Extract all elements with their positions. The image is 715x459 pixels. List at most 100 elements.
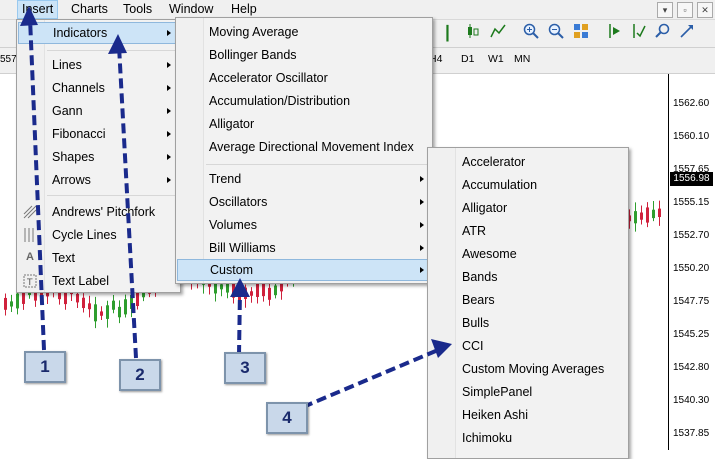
price-label: 1555.15: [673, 197, 710, 208]
current-price-tag: 1556.98: [670, 172, 713, 186]
menu-item-custom-simplepanel[interactable]: SimplePanel: [462, 381, 532, 403]
custom-submenu: Accelerator Accumulation Alligator ATR A…: [427, 147, 629, 459]
bar-chart-icon[interactable]: ┃: [437, 23, 458, 44]
candle-body: [16, 293, 19, 309]
submenu-arrow-icon: [167, 154, 171, 160]
menu-item-text[interactable]: Text: [52, 247, 75, 269]
auto-scroll-icon[interactable]: [628, 23, 649, 44]
submenu-arrow-icon: [167, 131, 171, 137]
menu-item-gann[interactable]: Gann: [52, 100, 83, 122]
candle-body: [274, 285, 277, 296]
menu-item-oscillators[interactable]: Oscillators: [209, 191, 267, 213]
menu-item-admi[interactable]: Average Directional Movement Index: [209, 136, 414, 158]
expand-arrow-icon[interactable]: [676, 23, 697, 44]
submenu-arrow-icon: [167, 177, 171, 183]
submenu-arrow-icon: [167, 62, 171, 68]
svg-text:T: T: [26, 278, 33, 288]
text-label-icon: T: [23, 274, 37, 291]
price-label: 1552.70: [673, 230, 710, 241]
candle-body: [652, 209, 655, 219]
candle-body: [244, 287, 247, 300]
menu-insert[interactable]: Insert: [17, 0, 59, 19]
candle-body: [130, 295, 133, 309]
menu-item-custom-cci[interactable]: CCI: [462, 335, 484, 357]
left-price-fragment: 557: [0, 54, 17, 65]
menu-item-custom-awesome[interactable]: Awesome: [462, 243, 517, 265]
price-label: 1537.85: [673, 428, 710, 439]
menu-charts[interactable]: Charts: [67, 0, 112, 19]
close-icon[interactable]: ✕: [697, 2, 713, 18]
menu-item-alligator[interactable]: Alligator: [209, 113, 254, 135]
candlestick-icon[interactable]: [462, 23, 483, 44]
price-label: 1540.30: [673, 395, 710, 406]
cycle-lines-icon: [23, 228, 37, 245]
callout-1: 1: [24, 351, 66, 383]
callout-3: 3: [224, 352, 266, 384]
minimize-icon[interactable]: ▾: [657, 2, 673, 18]
menu-item-custom-heiken-ashi[interactable]: Heiken Ashi: [462, 404, 528, 426]
menu-gutter: [176, 18, 204, 283]
candle-body: [268, 287, 271, 300]
menu-item-custom-alligator[interactable]: Alligator: [462, 197, 507, 219]
menu-item-custom-accumulation[interactable]: Accumulation: [462, 174, 537, 196]
candle-body: [634, 211, 637, 224]
restore-icon[interactable]: ▫: [677, 2, 693, 18]
price-label: 1560.10: [673, 131, 710, 142]
submenu-arrow-icon: [420, 222, 424, 228]
indicators-submenu: Moving Average Bollinger Bands Accelerat…: [175, 17, 433, 284]
tile-windows-icon[interactable]: [570, 23, 591, 44]
candle-body: [118, 306, 121, 318]
menu-separator: [47, 50, 175, 51]
menu-separator: [47, 195, 175, 196]
callout-2: 2: [119, 359, 161, 391]
timeframe-d1[interactable]: D1: [461, 53, 474, 65]
menu-item-fibonacci[interactable]: Fibonacci: [52, 123, 106, 145]
line-chart-icon[interactable]: [487, 23, 508, 44]
candle-body: [4, 297, 7, 310]
menu-item-accelerator-oscillator[interactable]: Accelerator Oscillator: [209, 67, 328, 89]
submenu-arrow-icon: [167, 108, 171, 114]
menu-item-channels[interactable]: Channels: [52, 77, 105, 99]
menu-item-volumes[interactable]: Volumes: [209, 214, 257, 236]
search-icon[interactable]: [652, 23, 673, 44]
price-label: 1562.60: [673, 98, 710, 109]
menu-item-moving-average[interactable]: Moving Average: [209, 21, 298, 43]
menu-item-trend[interactable]: Trend: [209, 168, 241, 190]
menu-tools[interactable]: Tools: [119, 0, 156, 19]
menu-item-custom[interactable]: Custom: [177, 259, 430, 281]
callout-4: 4: [266, 402, 308, 434]
submenu-arrow-icon: [420, 176, 424, 182]
menu-item-custom-bulls[interactable]: Bulls: [462, 312, 489, 334]
menu-item-custom-moving-averages[interactable]: Custom Moving Averages: [462, 358, 604, 380]
menu-item-text-label[interactable]: Text Label: [52, 270, 109, 292]
price-label: 1550.20: [673, 263, 710, 274]
menu-item-cycle-lines[interactable]: Cycle Lines: [52, 224, 117, 246]
candle-body: [124, 299, 127, 315]
menu-item-accumulation-distribution[interactable]: Accumulation/Distribution: [209, 90, 350, 112]
candle-body: [220, 284, 223, 290]
candle-body: [256, 282, 259, 297]
insert-menu: Indicators Lines Channels Gann Fibonacci…: [16, 19, 181, 293]
menu-item-bill-williams[interactable]: Bill Williams: [209, 237, 276, 259]
menu-item-bollinger-bands[interactable]: Bollinger Bands: [209, 44, 297, 66]
chart-shift-icon[interactable]: [604, 23, 625, 44]
timeframe-mn[interactable]: MN: [514, 53, 530, 65]
menu-item-andrews-pitchfork[interactable]: Andrews' Pitchfork: [52, 201, 155, 223]
menu-item-lines[interactable]: Lines: [52, 54, 82, 76]
submenu-arrow-icon: [420, 267, 424, 273]
menu-item-shapes[interactable]: Shapes: [52, 146, 94, 168]
menu-item-custom-bands[interactable]: Bands: [462, 266, 497, 288]
price-label: 1545.25: [673, 329, 710, 340]
menu-item-custom-atr[interactable]: ATR: [462, 220, 486, 242]
timeframe-w1[interactable]: W1: [488, 53, 504, 65]
menu-item-custom-accelerator[interactable]: Accelerator: [462, 151, 525, 173]
menu-item-indicators[interactable]: Indicators: [18, 22, 178, 44]
menu-item-custom-ichimoku[interactable]: Ichimoku: [462, 427, 512, 449]
pitchfork-icon: [23, 205, 37, 222]
zoom-out-icon[interactable]: [545, 23, 566, 44]
zoom-in-icon[interactable]: [520, 23, 541, 44]
candle-body: [88, 303, 91, 310]
candle-body: [646, 207, 649, 223]
menu-item-custom-bears[interactable]: Bears: [462, 289, 495, 311]
menu-item-arrows[interactable]: Arrows: [52, 169, 91, 191]
